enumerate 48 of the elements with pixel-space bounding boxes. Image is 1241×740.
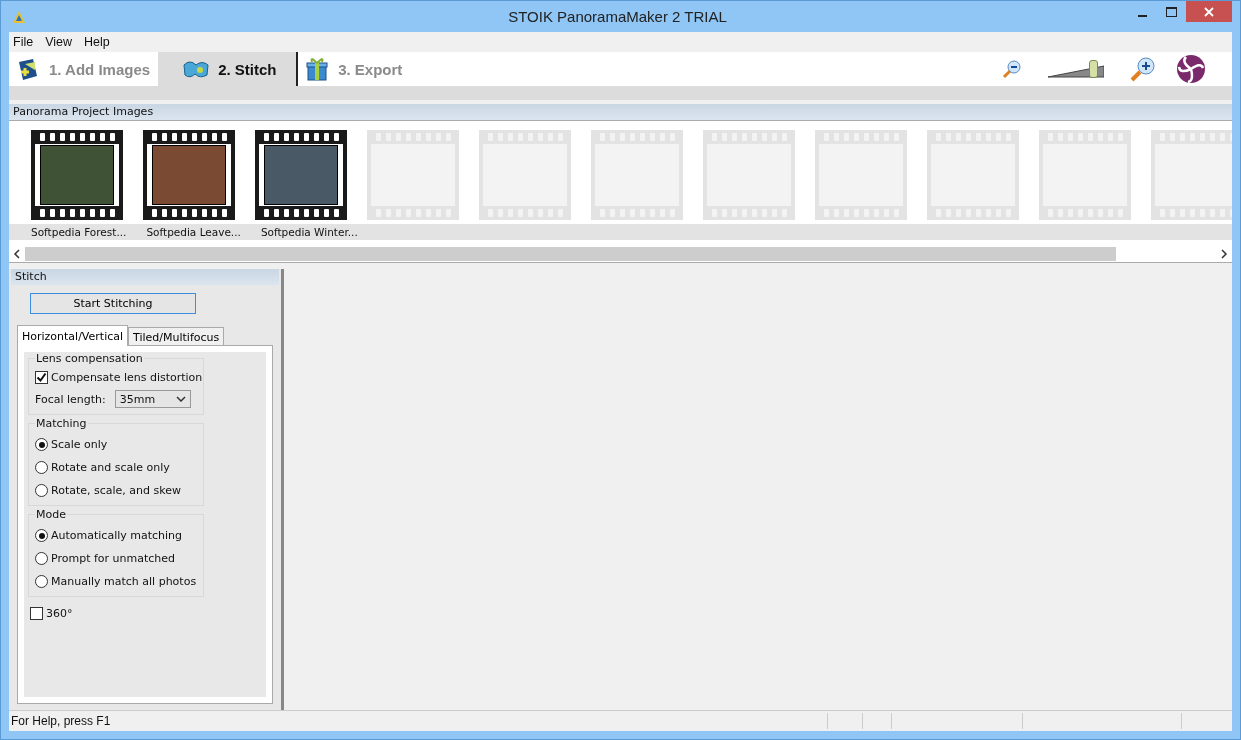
- radio-label: Prompt for unmatched: [51, 552, 176, 565]
- image-caption: Softpedia Forest...: [31, 226, 127, 238]
- tab[interactable]: Tiled/Multifocus: [128, 327, 225, 345]
- radio-button[interactable]: [35, 461, 48, 474]
- checkbox-label: Compensate lens distortion: [51, 371, 203, 384]
- image-caption: Softpedia Winter...: [260, 226, 358, 238]
- radio-button[interactable]: [35, 575, 48, 588]
- radio-button[interactable]: [35, 484, 48, 497]
- radio-button[interactable]: [35, 529, 48, 542]
- radio-label: Rotate and scale only: [51, 461, 170, 474]
- radio-button[interactable]: [35, 552, 48, 565]
- radio-label: Manually match all photos: [51, 575, 197, 588]
- step-tab[interactable]: 2. Stitch: [158, 52, 299, 86]
- close-button[interactable]: [1186, 1, 1232, 22]
- panel-header: Stitch: [11, 269, 279, 285]
- film-frame[interactable]: [143, 130, 235, 220]
- group-title: Matching: [35, 417, 88, 430]
- radio-label: Scale only: [51, 438, 108, 451]
- checkbox[interactable]: [30, 607, 43, 620]
- gift-box-icon: [304, 56, 331, 82]
- start-stitching-button[interactable]: Start Stitching: [30, 293, 196, 314]
- window-title: STOIK PanoramaMaker 2 TRIAL: [508, 8, 727, 25]
- checkbox-label: 360°: [46, 607, 73, 620]
- chevron-down-icon: [175, 396, 186, 402]
- tab[interactable]: Horizontal/Vertical: [17, 325, 129, 346]
- menu-item[interactable]: View: [41, 35, 81, 49]
- zoom-out-icon[interactable]: [1002, 59, 1022, 79]
- close-icon: [1204, 6, 1214, 17]
- group-title: Lens compensation: [35, 352, 144, 365]
- status-text: For Help, press F1: [11, 714, 111, 728]
- film-frame[interactable]: [255, 130, 347, 220]
- checkbox[interactable]: [35, 371, 48, 384]
- film-frame[interactable]: [31, 130, 123, 220]
- image-caption: Softpedia Leave...: [146, 226, 241, 238]
- maximize-icon: [1166, 6, 1177, 17]
- menu-item[interactable]: File: [9, 35, 42, 49]
- radio-label: Rotate, scale, and skew: [51, 484, 181, 497]
- zoom-slider[interactable]: [1048, 60, 1104, 78]
- focal-length-dropdown[interactable]: 35mm: [114, 390, 191, 408]
- minimize-icon: [1138, 14, 1147, 17]
- radio-button[interactable]: [35, 438, 48, 451]
- field-label: Focal length:: [35, 392, 106, 406]
- radio-label: Automatically matching: [51, 529, 183, 542]
- menu-item[interactable]: Help: [80, 35, 118, 49]
- panel-header: Panorama Project Images: [9, 104, 1232, 120]
- group-title: Mode: [35, 508, 67, 521]
- zoom-in-icon[interactable]: [1130, 56, 1156, 82]
- horizontal-scrollbar[interactable]: [9, 246, 1232, 263]
